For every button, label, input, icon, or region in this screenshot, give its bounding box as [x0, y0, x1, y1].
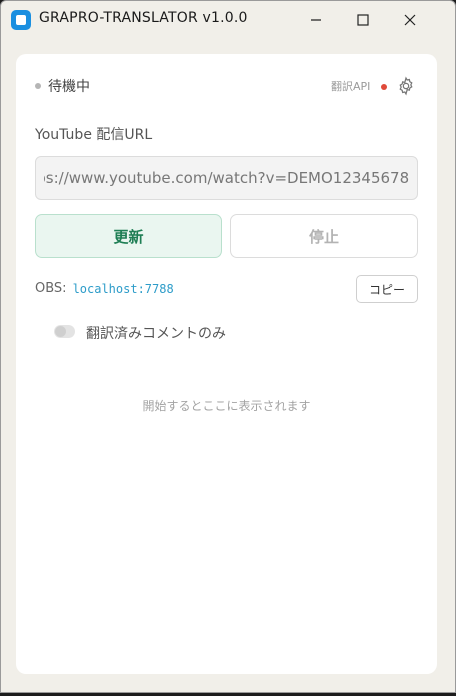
close-button[interactable] [387, 1, 433, 39]
minimize-icon [311, 19, 321, 21]
toggle-label: 翻訳済みコメントのみ [86, 326, 226, 342]
app-window: GRAPRO-TRANSLATOR v1.0.0 待機中 翻訳API YouTu… [0, 0, 456, 693]
main-panel: 待機中 翻訳API YouTube 配信URL 更新 停止 OBS: local… [16, 54, 437, 674]
stop-button[interactable]: 停止 [230, 214, 418, 258]
obs-info: OBS: localhost:7788 [35, 281, 174, 296]
copy-button[interactable]: コピー [356, 275, 418, 303]
update-button[interactable]: 更新 [35, 214, 222, 258]
settings-button[interactable] [396, 76, 416, 96]
maximize-icon [357, 14, 369, 26]
gear-icon [399, 76, 413, 96]
obs-label: OBS: [35, 281, 67, 296]
app-icon [11, 10, 31, 30]
status-indicator: 待機中 [35, 76, 90, 96]
status-text: 待機中 [48, 79, 90, 95]
minimize-button[interactable] [293, 1, 339, 39]
obs-host: localhost:7788 [72, 281, 174, 296]
empty-state-message: 開始するとここに表示されます [142, 399, 311, 413]
maximize-button[interactable] [340, 1, 386, 39]
status-dot [35, 83, 41, 89]
api-label: 翻訳API [331, 80, 371, 93]
api-status-dot [381, 84, 387, 90]
url-input[interactable] [35, 156, 418, 200]
url-label: YouTube 配信URL [35, 127, 153, 143]
toggle-knob [55, 326, 66, 337]
translated-only-toggle[interactable] [54, 325, 75, 338]
close-icon [404, 14, 416, 26]
window-title: GRAPRO-TRANSLATOR v1.0.0 [39, 10, 248, 26]
title-bar[interactable]: GRAPRO-TRANSLATOR v1.0.0 [1, 1, 455, 39]
